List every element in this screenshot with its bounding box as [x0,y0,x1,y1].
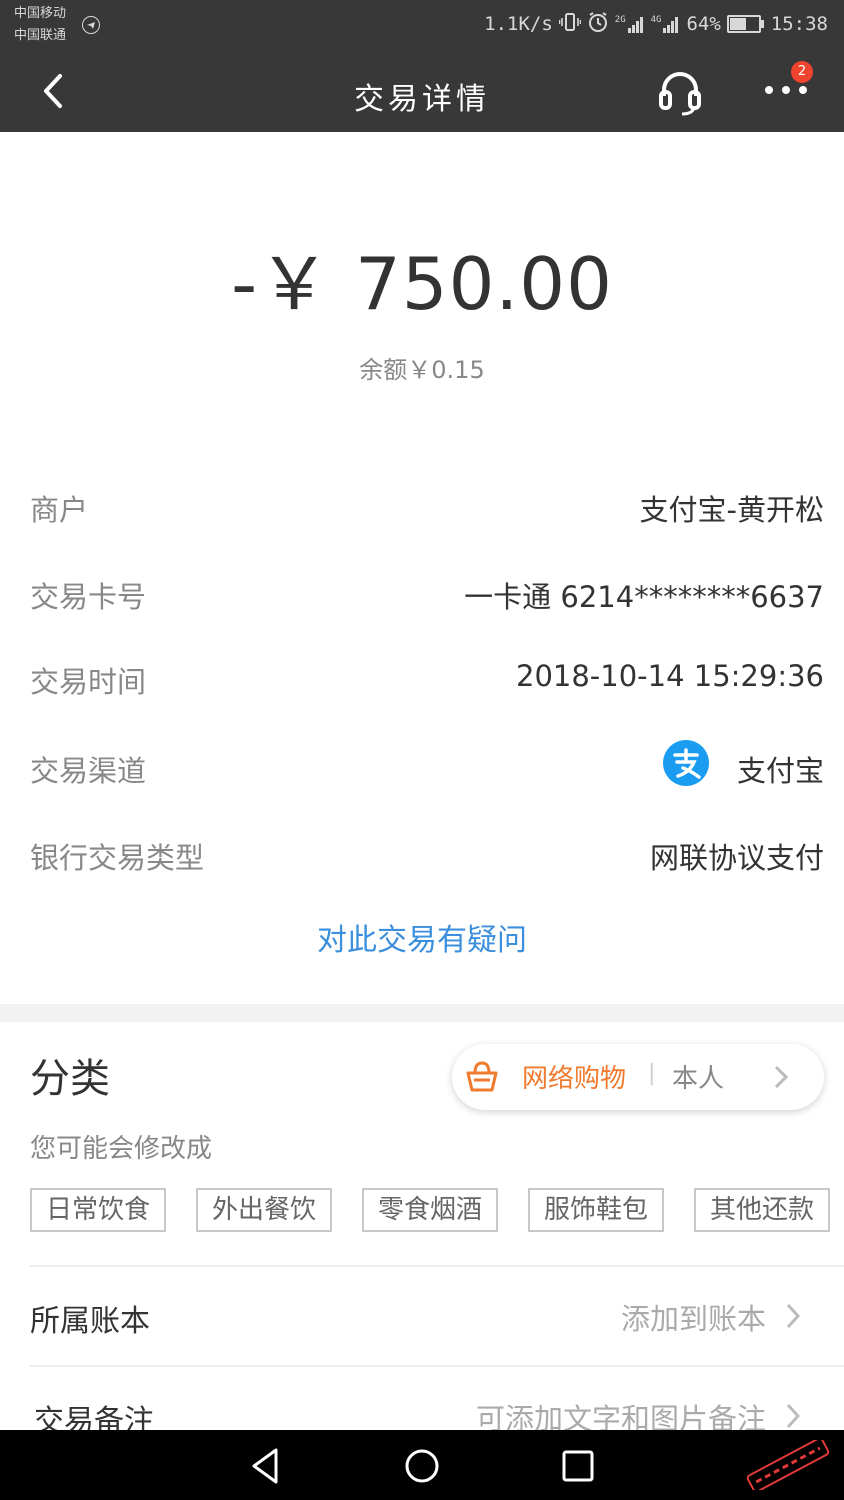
watermark-logo [740,1437,836,1493]
channel-label: 交易渠道 [30,754,147,788]
channel-value: 支付宝 [736,754,824,788]
system-nav-bar [0,1430,844,1500]
category-option[interactable]: 日常饮食 [30,1188,166,1232]
chevron-right-icon [782,1402,804,1430]
signal-4g-label: 4G [650,15,662,25]
alipay-icon [663,740,709,786]
customer-service-button[interactable] [656,68,704,116]
card-number-value: 一卡通 6214********6637 [464,580,824,614]
category-selector[interactable]: 网络购物 | 本人 [452,1044,824,1110]
alarm-icon [587,11,609,38]
net-speed: 1.1K/s [484,13,553,35]
category-option[interactable]: 服饰鞋包 [528,1188,664,1232]
category-title: 分类 [30,1056,110,1102]
ledger-row[interactable]: 所属账本 添加到账本 [0,1268,844,1364]
nav-bar: 交易详情 [0,52,844,132]
category-option[interactable]: 外出餐饮 [196,1188,332,1232]
system-back-button[interactable] [246,1446,286,1486]
system-home-button[interactable] [402,1446,442,1486]
transaction-time-value: 2018-10-14 15:29:36 [516,659,824,693]
note-value: 可添加文字和图片备注 [475,1402,766,1430]
vibrate-icon [558,12,582,37]
merchant-value: 支付宝-黄开松 [639,493,824,527]
status-indicators: 1.1K/s 2G 4G 64% 15:38 [484,10,828,38]
chevron-right-icon [782,1302,804,1330]
transaction-time-label: 交易时间 [30,665,147,699]
battery-percent: 64% [686,13,721,35]
category-person: 本人 [672,1064,725,1094]
account-balance: 余额￥0.15 [359,356,485,384]
signal-2g-label: 2G [614,15,626,25]
category-option[interactable]: 零食烟酒 [362,1188,498,1232]
transaction-amount: -￥ 750.00 [231,242,613,326]
telegram-icon [82,16,100,34]
signal-2g: 2G [615,15,645,33]
bank-type-value: 网联协议支付 [649,841,824,875]
system-recents-button[interactable] [560,1448,596,1484]
divider [30,1265,844,1267]
merchant-label: 商户 [30,493,89,527]
signal-4g: 4G [651,15,681,33]
clock: 15:38 [770,13,828,35]
question-link[interactable]: 对此交易有疑问 [0,915,844,959]
square-recents-icon [562,1450,594,1482]
category-separator: | [648,1061,656,1086]
chevron-right-icon [770,1064,792,1090]
note-label: 交易备注 [34,1404,154,1430]
carrier-2: 中国联通 [14,28,67,43]
category-option[interactable]: 其他还款 [694,1188,830,1232]
triangle-back-icon [252,1448,278,1484]
page-title: 交易详情 [354,82,490,117]
note-row[interactable]: 交易备注 可添加文字和图片备注 [0,1368,844,1430]
notification-badge: 2 [791,61,813,83]
headset-icon [659,72,701,116]
carrier-1: 中国移动 [14,6,67,21]
category-hint: 您可能会修改成 [30,1134,213,1164]
status-bar: 中国移动 中国联通 1.1K/s 2G 4G 64% 15:38 [0,0,844,52]
shopping-basket-icon [464,1059,500,1095]
battery-fill [729,18,747,30]
current-category: 网络购物 [522,1064,627,1094]
bank-type-label: 银行交易类型 [30,841,205,875]
battery-icon [726,15,764,33]
section-divider [0,1004,844,1022]
ledger-value: 添加到账本 [620,1302,766,1336]
divider [30,1365,844,1367]
card-number-label: 交易卡号 [30,580,147,614]
circle-home-icon [405,1449,439,1483]
ledger-label: 所属账本 [30,1304,150,1339]
